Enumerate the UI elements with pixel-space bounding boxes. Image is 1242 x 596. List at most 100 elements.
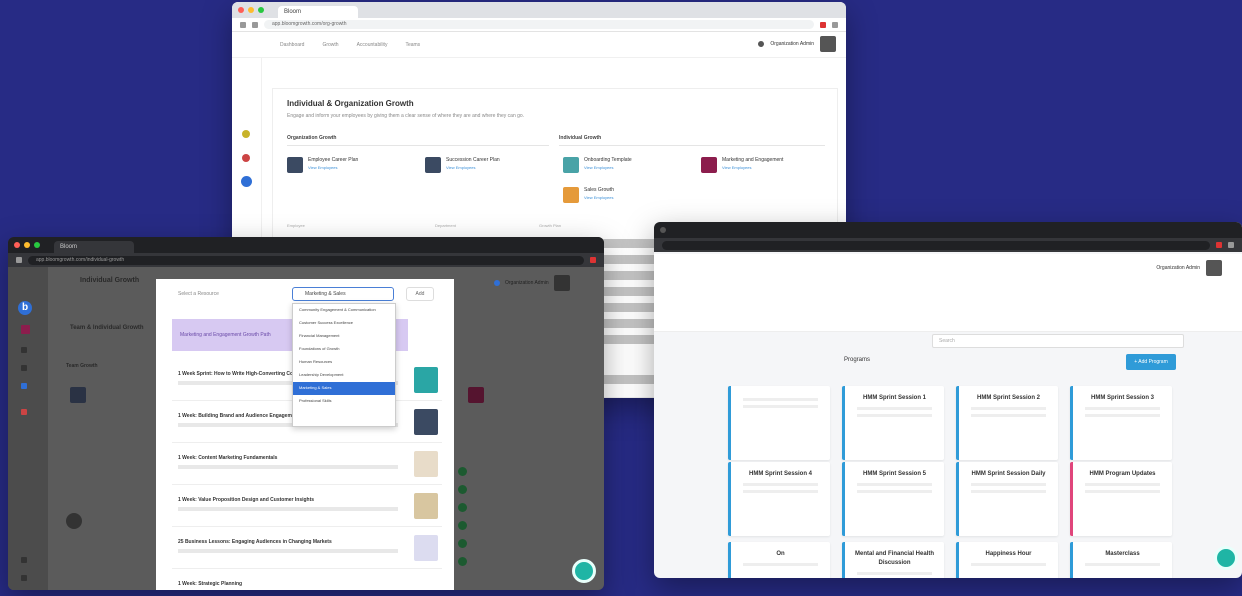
extension-icon[interactable] — [590, 257, 596, 263]
nav-teams[interactable]: Teams — [405, 42, 420, 48]
card-subtitle: Engage and inform your employees by givi… — [287, 113, 525, 119]
sidebar-alert-icon[interactable] — [21, 409, 27, 415]
dropdown-option[interactable]: Foundations of Growth — [293, 343, 395, 356]
maximize-window-icon[interactable] — [34, 242, 40, 248]
resource-row[interactable]: 25 Business Lessons: Engaging Audiences … — [172, 529, 442, 569]
browser-tab[interactable]: Bloom — [54, 241, 134, 253]
program-card[interactable]: HMM Program Updates — [1070, 462, 1172, 536]
programs-browser-window: Organization Admin Search Programs + Add… — [654, 222, 1242, 578]
maximize-window-icon[interactable] — [258, 7, 264, 13]
browser-tab[interactable]: Bloom — [278, 6, 358, 18]
reload-icon[interactable] — [252, 21, 258, 28]
program-card[interactable]: Happiness Hour — [956, 542, 1058, 578]
dropdown-option[interactable]: Human Resources — [293, 356, 395, 369]
resource-thumbnail — [414, 535, 438, 561]
extension-icon[interactable] — [1216, 242, 1222, 248]
dropdown-option[interactable]: Professional Skills — [293, 395, 395, 408]
chat-bubble-icon[interactable] — [572, 559, 596, 583]
resource-thumbnail — [414, 367, 438, 393]
view-employees-link[interactable]: View Employees — [584, 165, 632, 170]
bloom-logo-icon[interactable]: b — [18, 301, 32, 315]
sidebar-issues-icon[interactable] — [21, 365, 27, 371]
tab-programs[interactable]: Programs — [844, 357, 870, 363]
category-select[interactable]: Marketing & Sales — [292, 287, 394, 301]
nav-growth[interactable]: Growth — [322, 42, 338, 48]
menu-icon[interactable] — [1228, 242, 1234, 248]
program-card[interactable]: HMM Sprint Session 5 — [842, 462, 944, 536]
add-program-button[interactable]: + Add Program — [1126, 354, 1176, 370]
url-field[interactable] — [662, 240, 1210, 250]
resource-row[interactable]: 1 Week: Content Marketing Fundamentals — [172, 445, 442, 485]
notification-icon[interactable] — [494, 280, 500, 286]
program-card[interactable]: HMM Sprint Session 1 — [842, 386, 944, 460]
org-path-succession[interactable]: Succession Career Plan View Employees — [425, 157, 500, 173]
avatar[interactable] — [1206, 260, 1222, 276]
avatar[interactable] — [820, 36, 836, 52]
back-icon[interactable] — [240, 21, 246, 28]
ind-path-marketing[interactable]: Marketing and Engagement View Employees — [701, 157, 783, 173]
user-menu[interactable]: Organization Admin — [1156, 260, 1222, 276]
rail-growth-icon[interactable] — [241, 176, 252, 187]
extension-icon[interactable] — [820, 21, 826, 28]
status-dot — [458, 485, 467, 494]
category-dropdown: Community Engagement & Communication Cus… — [292, 303, 396, 427]
individual-growth-browser-window: Bloom app.bloomgrowth.com/individual-gro… — [8, 237, 604, 590]
program-card[interactable]: HMM Sprint Session 3 — [1070, 386, 1172, 460]
view-employees-link[interactable]: View Employees — [308, 165, 358, 170]
menu-icon[interactable] — [832, 21, 838, 28]
path-tile-icon — [563, 157, 579, 173]
table-head-employee: Employee — [287, 223, 305, 228]
close-window-icon[interactable] — [14, 242, 20, 248]
org-path-employee-career[interactable]: Employee Career Plan View Employees — [287, 157, 358, 173]
back-icon[interactable] — [16, 257, 22, 263]
resource-row[interactable]: 1 Week: Value Proposition Design and Cus… — [172, 487, 442, 527]
avatar[interactable] — [553, 275, 570, 291]
program-card[interactable]: Masterclass — [1070, 542, 1172, 578]
sidebar-growth-icon[interactable] — [21, 383, 27, 389]
ind-path-sales[interactable]: Sales Growth View Employees — [563, 187, 614, 203]
minimize-window-icon[interactable] — [248, 7, 254, 13]
search-input[interactable]: Search — [932, 334, 1184, 348]
url-field[interactable]: app.bloomgrowth.com/individual-growth — [28, 255, 584, 265]
dropdown-option[interactable]: Leadership Development — [293, 369, 395, 382]
view-employees-link[interactable]: View Employees — [584, 195, 614, 200]
nav-accountability[interactable]: Accountability — [357, 42, 388, 48]
user-menu[interactable]: Organization Admin — [494, 275, 570, 291]
program-card[interactable]: HMM Sprint Session 4 — [728, 462, 830, 536]
dropdown-option-selected[interactable]: Marketing & Sales — [293, 382, 395, 395]
chat-bubble-icon[interactable] — [1214, 546, 1238, 570]
sidebar-home-icon[interactable] — [21, 325, 30, 334]
sidebar-goals-icon[interactable] — [21, 347, 27, 353]
url-field[interactable]: app.bloomgrowth.com/org-growth — [264, 20, 814, 29]
program-card[interactable]: On — [728, 542, 830, 578]
resource-thumbnail — [414, 409, 438, 435]
window-control-icon[interactable] — [660, 227, 666, 233]
view-employees-link[interactable]: View Employees — [722, 165, 783, 170]
notification-icon[interactable] — [758, 41, 765, 47]
browser-tab-strip: Bloom — [8, 237, 604, 253]
program-card[interactable]: HMM Sprint Session Daily — [956, 462, 1058, 536]
status-dot — [458, 539, 467, 548]
rail-issue-icon[interactable] — [242, 154, 250, 162]
path-tile-icon — [563, 187, 579, 203]
program-card[interactable] — [728, 386, 830, 460]
user-menu[interactable]: Organization Admin — [758, 36, 836, 52]
card-title: Individual & Organization Growth — [287, 99, 414, 108]
rail-goal-icon[interactable] — [242, 130, 250, 138]
program-card[interactable]: Mental and Financial Health Discussion — [842, 542, 944, 578]
dropdown-option[interactable]: Community Engagement & Communication — [293, 304, 395, 317]
program-card[interactable]: HMM Sprint Session 2 — [956, 386, 1058, 460]
view-employees-link[interactable]: View Employees — [446, 165, 500, 170]
dropdown-option[interactable]: Financial Management — [293, 330, 395, 343]
sub-heading: Team Growth — [66, 363, 98, 369]
sidebar-settings-icon[interactable] — [21, 575, 27, 581]
sidebar-help-icon[interactable] — [21, 557, 27, 563]
ind-path-onboarding[interactable]: Onboarding Template View Employees — [563, 157, 632, 173]
nav-dashboard[interactable]: Dashboard — [280, 42, 304, 48]
close-window-icon[interactable] — [238, 7, 244, 13]
resource-row[interactable]: 1 Week: Strategic Planning — [172, 571, 442, 590]
add-button[interactable]: Add — [406, 287, 434, 301]
browser-tab-strip: Bloom — [232, 2, 846, 18]
dropdown-option[interactable]: Customer Success Excellence — [293, 317, 395, 330]
minimize-window-icon[interactable] — [24, 242, 30, 248]
